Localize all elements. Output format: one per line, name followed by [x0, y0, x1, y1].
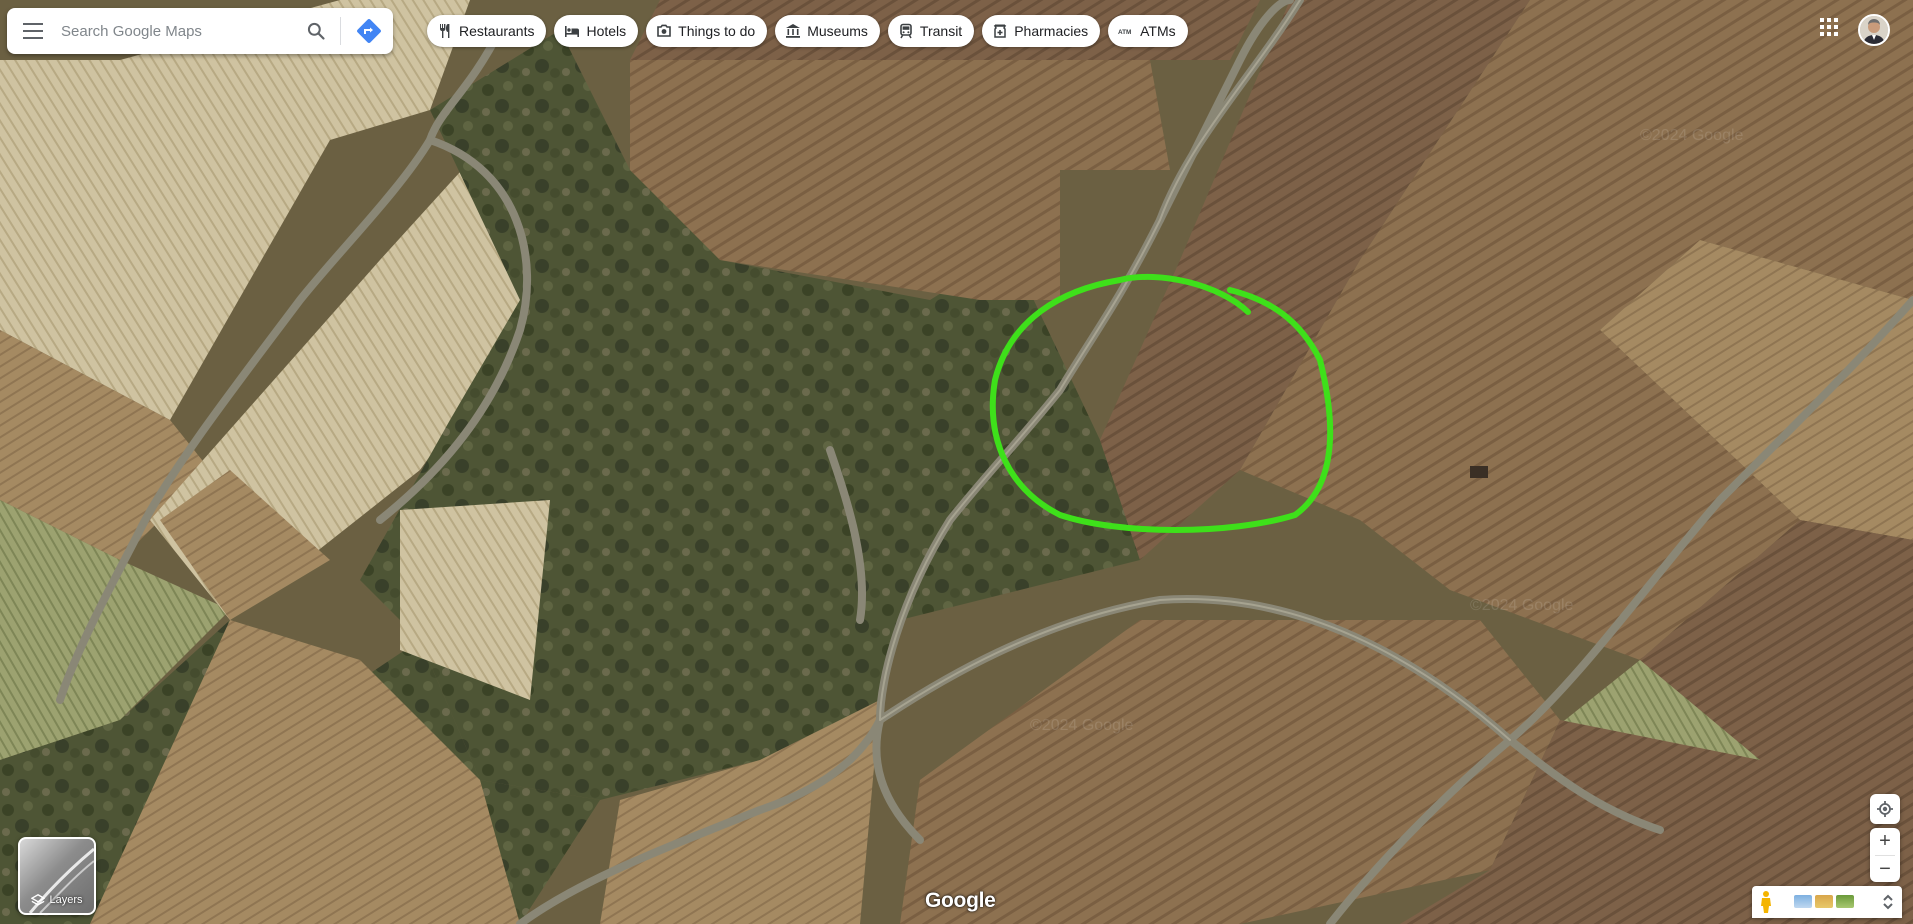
search-icon: [307, 22, 325, 40]
chip-label: Hotels: [586, 23, 627, 39]
imagery-thumb-1[interactable]: [1794, 895, 1812, 908]
svg-text:©2024 Google: ©2024 Google: [1030, 717, 1134, 734]
pegman-button[interactable]: [1758, 890, 1774, 919]
train-icon: [900, 23, 912, 39]
directions-button[interactable]: [345, 8, 393, 54]
chip-label: Restaurants: [459, 23, 535, 39]
chip-label: Transit: [919, 23, 963, 39]
chip-restaurants[interactable]: Restaurants: [427, 15, 547, 47]
layers-label: Layers: [49, 894, 83, 906]
museum-icon: [786, 24, 801, 38]
layers-button[interactable]: Layers: [18, 837, 96, 915]
search-divider: [340, 17, 341, 45]
pharmacy-icon: [993, 24, 1007, 38]
chip-hotels[interactable]: Hotels: [554, 15, 639, 47]
svg-text:©2024 Google: ©2024 Google: [1640, 127, 1744, 144]
chip-pharmacies[interactable]: Pharmacies: [982, 15, 1101, 47]
google-logo: Google: [925, 889, 996, 912]
layers-label-row: Layers: [20, 893, 94, 907]
zoom-in-button[interactable]: +: [1870, 828, 1900, 855]
category-chips: Restaurants Hotels Things to do Museums …: [427, 15, 1188, 47]
pegman-icon: [1761, 891, 1771, 913]
chip-atms[interactable]: ATM ATMs: [1108, 15, 1188, 47]
layers-icon: [31, 893, 46, 906]
search-input[interactable]: [59, 10, 296, 52]
directions-icon: [357, 19, 381, 43]
search-button[interactable]: [296, 8, 336, 54]
hamburger-menu-icon: [23, 23, 43, 39]
svg-text:ATM: ATM: [1118, 29, 1131, 36]
imagery-thumb-2[interactable]: [1815, 895, 1833, 908]
svg-text:©2024 Google: ©2024 Google: [1470, 597, 1574, 614]
account-avatar[interactable]: [1858, 14, 1890, 46]
zoom-out-button[interactable]: −: [1870, 856, 1900, 883]
chip-museums[interactable]: Museums: [775, 15, 880, 47]
satellite-map[interactable]: ©2024 Google ©2024 Google ©2024 Google: [0, 0, 1913, 924]
expand-chevrons-icon: [1883, 894, 1893, 910]
my-location-button[interactable]: [1870, 794, 1900, 824]
apps-grid-icon: [1820, 18, 1838, 36]
imagery-thumb-3[interactable]: [1836, 895, 1854, 908]
search-box: [7, 8, 393, 54]
bed-icon: [565, 26, 580, 37]
atm-icon: ATM: [1118, 29, 1131, 36]
zoom-controls: + −: [1870, 828, 1900, 882]
google-apps-button[interactable]: [1817, 15, 1841, 39]
chip-label: ATMs: [1140, 23, 1176, 39]
chip-label: Museums: [807, 23, 868, 39]
chip-label: Pharmacies: [1014, 23, 1089, 39]
my-location-icon: [1877, 801, 1893, 817]
bottom-controls: [1752, 886, 1902, 918]
camera-icon: [657, 24, 671, 37]
chip-transit[interactable]: Transit: [887, 15, 975, 47]
chip-label: Things to do: [678, 23, 756, 39]
menu-button[interactable]: [7, 8, 59, 54]
profile-photo-icon: [1860, 16, 1888, 44]
expand-imagery-button[interactable]: [1880, 892, 1896, 917]
fork-knife-icon: [440, 24, 450, 38]
chip-things-to-do[interactable]: Things to do: [646, 15, 768, 47]
